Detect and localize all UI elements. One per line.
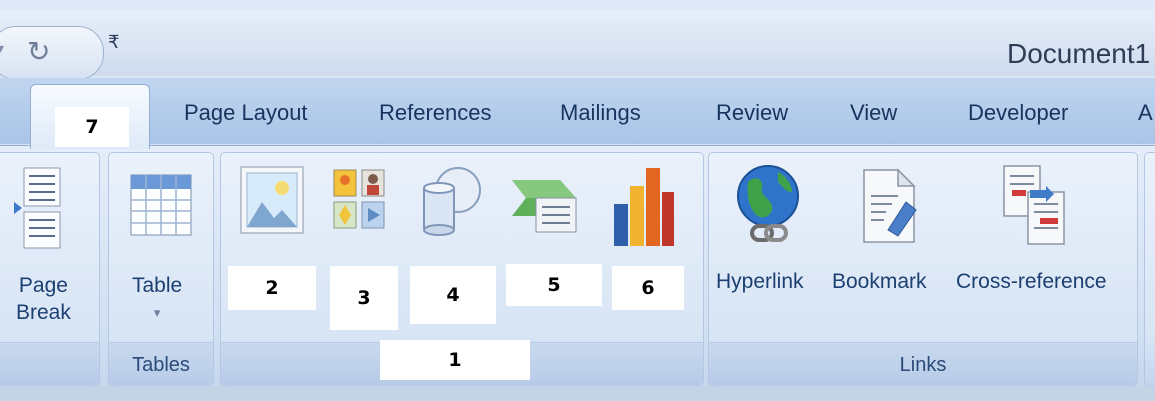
group-tables-label-bar: Tables [109, 342, 213, 385]
picture-label-box: 2 [228, 266, 316, 310]
group-pages-label-bar [0, 342, 99, 385]
page-break-label-line2: Break [16, 301, 71, 324]
cross-reference-button[interactable]: Cross-reference [956, 268, 1107, 295]
shapes-label-box: 4 [410, 266, 496, 324]
undo-dropdown-icon[interactable]: ▾ [0, 41, 4, 57]
group-tables-label: Tables [132, 354, 190, 376]
word-ribbon-window: ▾ ↻ ₹ Document1 - 7 Page Layout Referenc… [0, 0, 1155, 401]
group-links-label: Links [899, 354, 947, 376]
shapes-icon[interactable] [418, 164, 482, 242]
document-title: Document1 - [1007, 38, 1155, 69]
chart-label-box: 6 [612, 266, 684, 310]
tab-references[interactable]: References [379, 100, 492, 126]
clip-art-label-box: 3 [330, 266, 398, 330]
tab-mailings[interactable]: Mailings [560, 100, 641, 126]
table-label: Table [132, 274, 183, 297]
table-dropdown-icon: ▾ [153, 305, 161, 320]
page-break-icon[interactable] [14, 166, 62, 254]
table-button[interactable]: Table ▾ [132, 272, 182, 326]
tab-review[interactable]: Review [716, 100, 788, 126]
quick-access-toolbar: ▾ ↻ [0, 26, 104, 80]
customize-quick-access-icon[interactable]: ₹ [108, 32, 119, 53]
ribbon-bottom-edge [0, 386, 1155, 401]
tab-label-box: 7 [55, 107, 129, 147]
clip-art-icon[interactable] [332, 168, 388, 236]
tab-add-ins[interactable]: A [1138, 100, 1153, 126]
page-break-label[interactable]: Page Break [16, 272, 71, 326]
picture-icon[interactable] [240, 166, 304, 240]
bookmark-icon[interactable] [862, 168, 920, 248]
redo-icon[interactable]: ↻ [27, 35, 50, 68]
page-break-label-line1: Page [18, 274, 68, 297]
group-next-partial [1144, 152, 1155, 386]
title-bar: ▾ ↻ ₹ Document1 - [0, 10, 1155, 80]
tab-developer[interactable]: Developer [968, 100, 1068, 126]
chart-icon[interactable] [612, 164, 676, 252]
hyperlink-icon[interactable] [734, 162, 804, 252]
smartart-icon[interactable] [510, 176, 580, 240]
tab-page-layout[interactable]: Page Layout [184, 100, 308, 126]
group-illustrations-label-box: 1 [380, 340, 530, 380]
tab-view[interactable]: View [850, 100, 897, 126]
bookmark-button[interactable]: Bookmark [832, 268, 927, 295]
smartart-label-box: 5 [506, 264, 602, 306]
table-icon[interactable] [130, 174, 192, 240]
tab-insert-active[interactable]: 7 [30, 84, 150, 149]
cross-reference-icon[interactable] [1000, 164, 1070, 252]
hyperlink-button[interactable]: Hyperlink [716, 268, 804, 295]
group-links-label-bar: Links [709, 342, 1137, 385]
